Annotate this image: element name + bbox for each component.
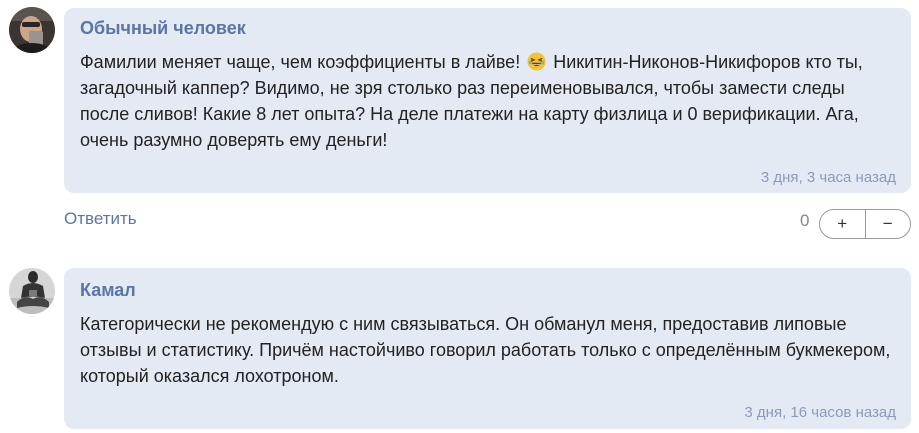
comment-text: Фамилии меняет чаще, чем коэффициенты в … [80, 49, 896, 153]
reply-button[interactable]: Ответить [64, 209, 137, 229]
comment-bubble: Камал Категорически не рекомендую с ним … [64, 268, 911, 429]
user-avatar[interactable] [9, 7, 55, 53]
comment-text: Категорически не рекомендую с ним связыв… [80, 314, 891, 386]
comment-timestamp[interactable]: 3 дня, 3 часа назад [761, 169, 896, 186]
user-photo-icon [9, 268, 55, 314]
comment-author[interactable]: Камал [80, 280, 136, 301]
user-avatar[interactable] [9, 268, 55, 314]
upvote-button[interactable]: + [820, 210, 865, 238]
user-photo-icon [9, 7, 55, 53]
grinning-squinting-face-icon [527, 52, 546, 71]
comments-thread: Обычный человек Фамилии меняет чаще, чем… [0, 0, 919, 433]
comment-timestamp[interactable]: 3 дня, 16 часов назад [744, 404, 896, 421]
comment-text-part: Фамилии меняет чаще, чем коэффициенты в … [80, 52, 521, 72]
comment-bubble: Обычный человек Фамилии меняет чаще, чем… [64, 8, 911, 193]
vote-count: 0 [800, 211, 810, 230]
vote-control: + − [819, 209, 911, 239]
comment-author[interactable]: Обычный человек [80, 18, 246, 39]
downvote-button[interactable]: − [864, 210, 911, 238]
